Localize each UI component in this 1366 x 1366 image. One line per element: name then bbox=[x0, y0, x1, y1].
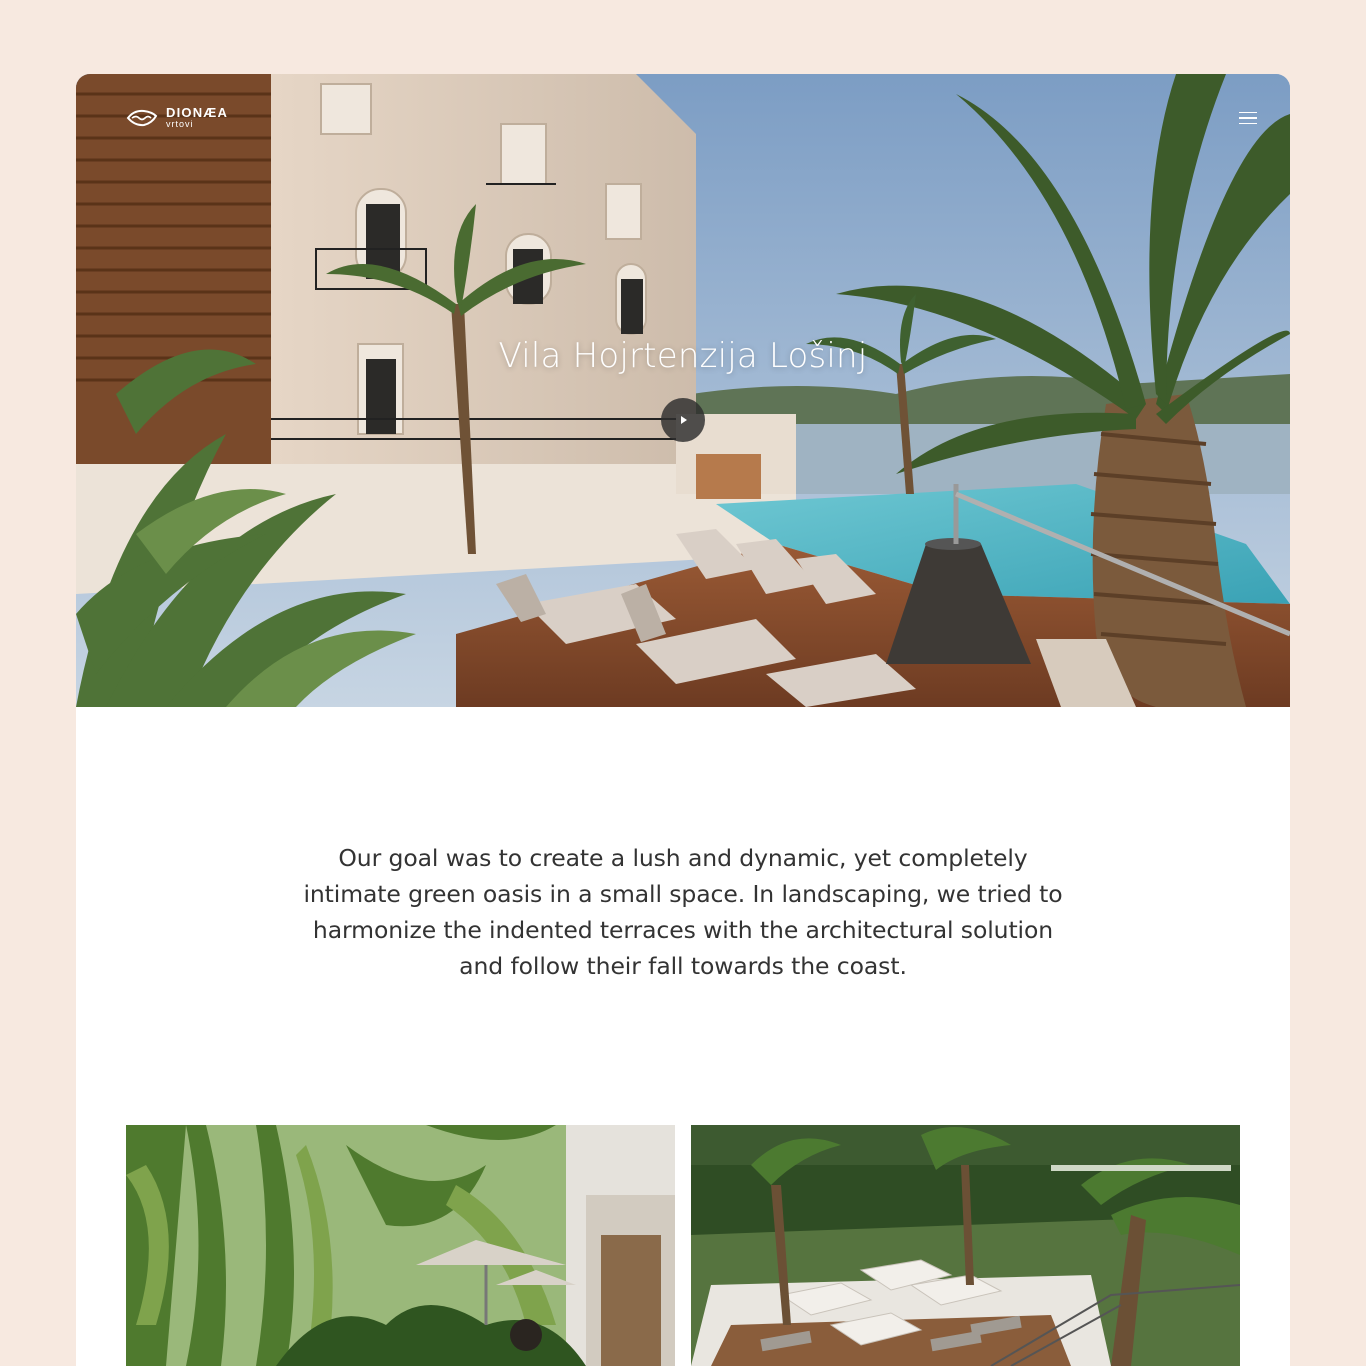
intro-text: Our goal was to create a lush and dynami… bbox=[303, 844, 1063, 980]
garden-photo-2 bbox=[691, 1125, 1240, 1366]
brand-logo[interactable]: DIONÆA vrtovi bbox=[126, 106, 228, 129]
fish-wave-icon bbox=[126, 109, 158, 126]
garden-photo-1 bbox=[126, 1125, 675, 1366]
gallery-image-2[interactable] bbox=[691, 1125, 1240, 1366]
menu-line bbox=[1239, 111, 1257, 114]
hero-section: DIONÆA vrtovi Vila Hojrtenzija Lošinj bbox=[76, 74, 1290, 707]
menu-line bbox=[1239, 117, 1257, 119]
brand-name: DIONÆA bbox=[166, 105, 229, 120]
brand-subtitle: vrtovi bbox=[166, 119, 194, 129]
gallery-image-1[interactable] bbox=[126, 1125, 675, 1366]
intro-section: Our goal was to create a lush and dynami… bbox=[76, 840, 1290, 984]
play-icon bbox=[681, 416, 687, 424]
hamburger-menu-icon[interactable] bbox=[1236, 108, 1260, 128]
page-card: DIONÆA vrtovi Vila Hojrtenzija Lošinj Ou… bbox=[76, 74, 1290, 1366]
page-title: Vila Hojrtenzija Lošinj bbox=[498, 336, 868, 376]
brand-wordmark: DIONÆA vrtovi bbox=[166, 106, 228, 129]
menu-line bbox=[1239, 122, 1257, 125]
play-video-button[interactable] bbox=[661, 398, 705, 442]
hero-image bbox=[76, 74, 1290, 707]
